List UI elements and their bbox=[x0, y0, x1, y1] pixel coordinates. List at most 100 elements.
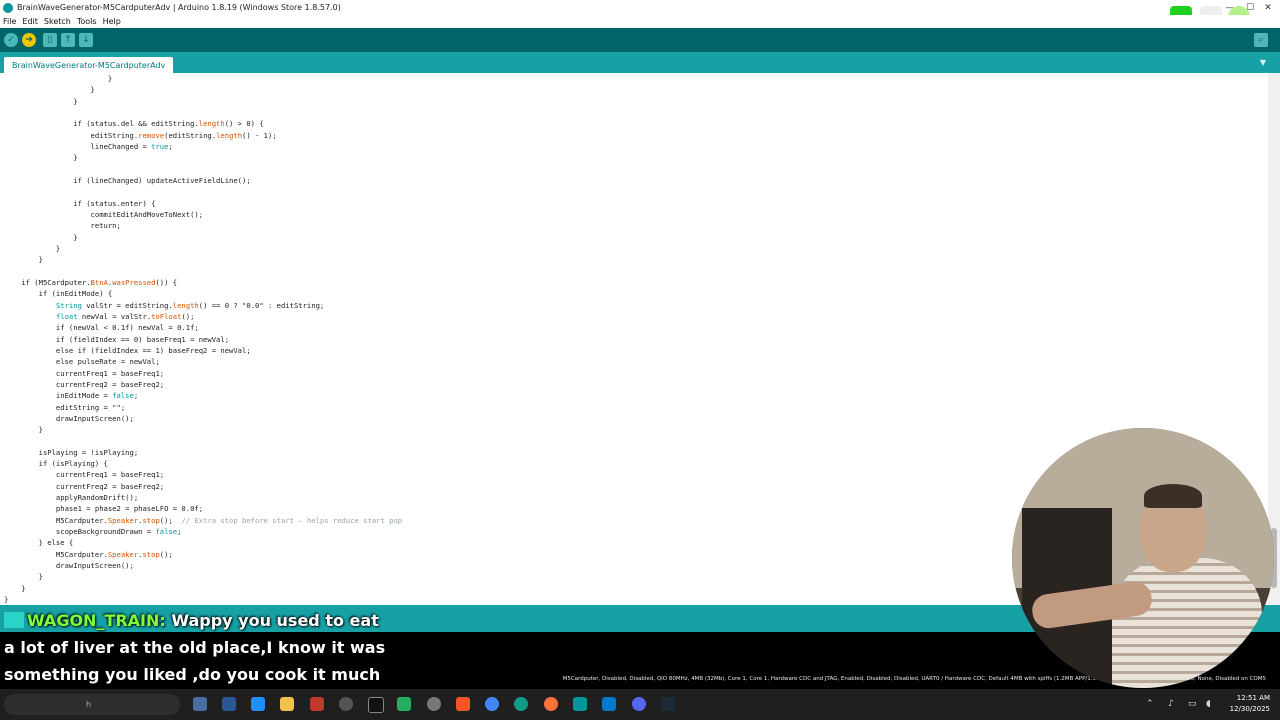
code-line: } else { bbox=[4, 538, 74, 548]
serial-monitor-button[interactable]: ⌕ bbox=[1254, 33, 1268, 47]
edge-icon[interactable] bbox=[514, 697, 528, 711]
menu-file[interactable]: File bbox=[3, 17, 16, 26]
code-line: } bbox=[4, 96, 78, 106]
clock-time: 12:51 AM bbox=[1236, 694, 1270, 702]
taskbar-search-box[interactable]: h bbox=[4, 694, 180, 715]
menu-edit[interactable]: Edit bbox=[22, 17, 38, 26]
chat-username: WAGON_TRAIN: bbox=[27, 611, 166, 630]
tab-bar: BrainWaveGenerator-M5CardputerAdv ▼ bbox=[0, 52, 1280, 73]
brave-browser-icon[interactable] bbox=[456, 697, 470, 711]
verify-button[interactable]: ✓ bbox=[4, 33, 18, 47]
code-line: if (status.del && editString.length() > … bbox=[4, 119, 264, 129]
window-title: BrainWaveGenerator-M5CardputerAdv | Ardu… bbox=[17, 3, 341, 12]
code-line: if (newVal < 0.1f) newVal = 0.1f; bbox=[4, 323, 199, 333]
code-line: else pulseRate = newVal; bbox=[4, 357, 160, 367]
code-line: currentFreq2 = baseFreq2; bbox=[4, 481, 165, 491]
vscode-icon[interactable] bbox=[602, 697, 616, 711]
toolbar: ✓ ➜ ▯ ↑ ↓ ⌕ bbox=[0, 28, 1280, 52]
code-line: drawInputScreen(); bbox=[4, 413, 134, 423]
app-icon[interactable] bbox=[222, 697, 236, 711]
code-line: } bbox=[4, 153, 78, 163]
code-line: if (M5Cardputer.BtnA.wasPressed()) { bbox=[4, 277, 178, 287]
code-line: } bbox=[4, 243, 61, 253]
discord-icon[interactable] bbox=[632, 697, 646, 711]
code-line: currentFreq2 = baseFreq2; bbox=[4, 379, 165, 389]
search-text: h bbox=[86, 700, 92, 709]
app-icon[interactable] bbox=[310, 697, 324, 711]
microphone-icon[interactable]: ♪ bbox=[1168, 699, 1174, 709]
code-line: } bbox=[4, 425, 43, 435]
code-line: phase1 = phase2 = phaseLFO = 0.0f; bbox=[4, 504, 204, 514]
code-line: editString.remove(editString.length() - … bbox=[4, 130, 277, 140]
firefox-icon[interactable] bbox=[544, 697, 558, 711]
file-icon: ▯ bbox=[47, 35, 53, 45]
code-line: return; bbox=[4, 221, 121, 231]
chat-badge-icon bbox=[4, 612, 24, 628]
code-line: M5Cardputer.Speaker.stop(); bbox=[4, 549, 173, 559]
code-line: String valStr = editString.length() == 0… bbox=[55, 300, 325, 310]
arrow-up-icon: ↑ bbox=[64, 35, 72, 45]
code-line: } bbox=[4, 85, 95, 95]
arrow-down-icon: ↓ bbox=[82, 35, 90, 45]
app-icon[interactable] bbox=[397, 697, 411, 711]
chrome-icon[interactable] bbox=[485, 697, 499, 711]
file-explorer-icon[interactable] bbox=[280, 697, 294, 711]
chat-text-3: something you liked ,do you cook it much bbox=[4, 665, 381, 684]
code-line: if (status.enter) { bbox=[4, 198, 156, 208]
menu-tools[interactable]: Tools bbox=[77, 17, 97, 26]
speaker-icon[interactable]: ◖ bbox=[1206, 699, 1211, 709]
clock-date: 12/30/2025 bbox=[1229, 705, 1270, 713]
app-icon[interactable] bbox=[251, 697, 265, 711]
code-line: } bbox=[4, 255, 43, 265]
app-icon[interactable] bbox=[193, 697, 207, 711]
code-line: if (isPlaying) { bbox=[4, 459, 108, 469]
code-line: } bbox=[4, 572, 43, 582]
arduino-taskbar-icon[interactable] bbox=[573, 697, 587, 711]
webcam-overlay bbox=[1012, 428, 1274, 688]
github-icon[interactable] bbox=[427, 697, 441, 711]
monitor-icon[interactable]: ▭ bbox=[1188, 699, 1197, 709]
code-line: if (fieldIndex == 0) baseFreq1 = newVal; bbox=[4, 334, 230, 344]
tab-sketch[interactable]: BrainWaveGenerator-M5CardputerAdv bbox=[4, 57, 174, 73]
code-line: drawInputScreen(); bbox=[4, 561, 134, 571]
app-icon[interactable] bbox=[368, 697, 384, 713]
code-line: scopeBackgroundDrawn = false; bbox=[4, 527, 182, 537]
arrow-right-icon: ➜ bbox=[25, 35, 33, 45]
steam-icon[interactable] bbox=[661, 697, 675, 711]
code-line: lineChanged = true; bbox=[4, 141, 173, 151]
code-line: M5Cardputer.Speaker.stop(); // Extra sto… bbox=[4, 515, 403, 525]
taskbar: h ⌃ ♪ ▭ ◖ 12:51 AM 12/30/2025 bbox=[0, 689, 1280, 720]
save-button[interactable]: ↓ bbox=[79, 33, 93, 47]
code-line: } bbox=[4, 74, 113, 83]
new-button[interactable]: ▯ bbox=[43, 33, 57, 47]
code-line: commitEditAndMoveToNext(); bbox=[4, 209, 204, 219]
code-line: currentFreq1 = baseFreq1; bbox=[4, 470, 165, 480]
app-icon[interactable] bbox=[339, 697, 353, 711]
menu-sketch[interactable]: Sketch bbox=[44, 17, 71, 26]
code-line: } bbox=[4, 232, 78, 242]
taskbar-clock[interactable]: 12:51 AM 12/30/2025 bbox=[1230, 693, 1270, 715]
chat-text-2: a lot of liver at the old place,I know i… bbox=[4, 638, 386, 657]
code-line: } bbox=[4, 583, 26, 593]
open-button[interactable]: ↑ bbox=[61, 33, 75, 47]
chevron-up-icon[interactable]: ⌃ bbox=[1146, 699, 1154, 709]
code-line: float newVal = valStr.toFloat(); bbox=[55, 311, 195, 321]
magnifier-icon: ⌕ bbox=[1258, 35, 1264, 45]
code-line: else if (fieldIndex == 1) baseFreq2 = ne… bbox=[4, 345, 251, 355]
code-text[interactable]: } } } if (status.del && editString.lengt… bbox=[4, 73, 402, 605]
code-line: inEditMode = false; bbox=[4, 391, 139, 401]
arduino-app-icon bbox=[3, 2, 13, 13]
menu-bar: File Edit Sketch Tools Help bbox=[0, 15, 1280, 28]
menu-help[interactable]: Help bbox=[103, 17, 121, 26]
tab-menu-icon[interactable]: ▼ bbox=[1260, 58, 1266, 67]
chat-text-1: Wappy you used to eat bbox=[171, 611, 379, 630]
code-line: if (inEditMode) { bbox=[4, 289, 113, 299]
code-line: isPlaying = !isPlaying; bbox=[4, 447, 139, 457]
upload-button[interactable]: ➜ bbox=[22, 33, 36, 47]
close-button[interactable]: ✕ bbox=[1258, 0, 1278, 15]
